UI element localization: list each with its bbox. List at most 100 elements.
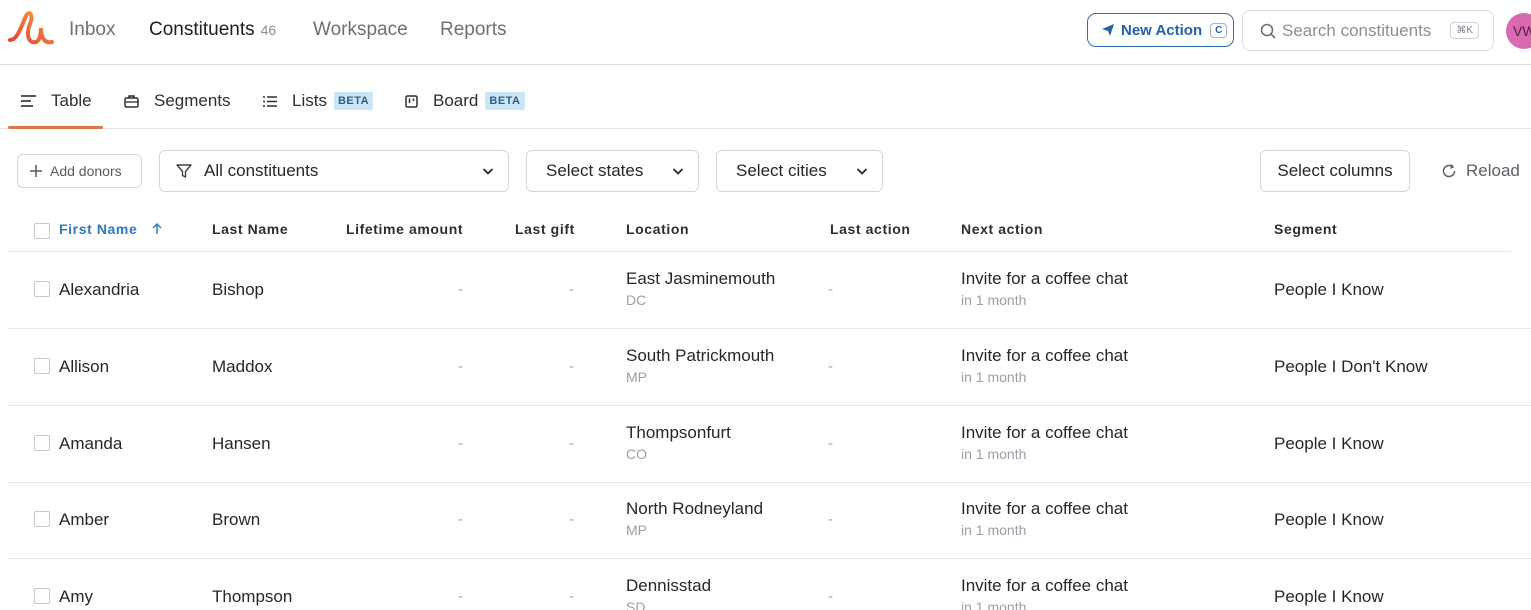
location-city: Dennisstad xyxy=(626,576,712,595)
row-checkbox[interactable] xyxy=(34,358,50,374)
nav-constituents[interactable]: Constituents 46 xyxy=(149,19,276,41)
app-logo-icon[interactable] xyxy=(8,10,54,48)
table-view-icon xyxy=(21,95,36,107)
beta-badge: BETA xyxy=(485,92,525,110)
last-gift-cell: - xyxy=(569,281,574,298)
beta-badge: BETA xyxy=(333,92,374,110)
column-header-segment[interactable]: Segment xyxy=(1274,221,1337,237)
segment-cell: People I Don't Know xyxy=(1274,357,1428,376)
column-header-last-gift[interactable]: Last gift xyxy=(515,221,575,237)
last-action-cell: - xyxy=(828,435,833,452)
sort-ascending-icon xyxy=(152,222,162,234)
new-action-button[interactable]: New Action C xyxy=(1087,13,1234,47)
column-header-last-action[interactable]: Last action xyxy=(830,221,911,237)
tab-segments-label: Segments xyxy=(154,91,231,110)
table-row[interactable]: Allison Maddox - - South Patrickmouth MP… xyxy=(8,329,1531,406)
location-state: CO xyxy=(626,446,647,462)
last-gift-cell: - xyxy=(569,358,574,375)
search-placeholder: Search constituents xyxy=(1282,20,1432,40)
table-row[interactable]: Alexandria Bishop - - East Jasminemouth … xyxy=(8,252,1531,329)
segment-cell: People I Know xyxy=(1274,280,1384,299)
cities-select[interactable]: Select cities xyxy=(716,150,883,192)
first-name-cell: Amanda xyxy=(59,434,123,453)
first-name-cell: Amber xyxy=(59,510,110,529)
column-header-lifetime-amount[interactable]: Lifetime amount xyxy=(346,221,463,237)
reload-icon xyxy=(1442,164,1456,178)
new-action-shortcut: C xyxy=(1210,22,1228,38)
filter-value: All constituents xyxy=(204,161,319,180)
avatar[interactable]: VW xyxy=(1506,13,1531,49)
nav-workspace[interactable]: Workspace xyxy=(313,19,408,41)
constituent-filter-select[interactable]: All constituents xyxy=(159,150,509,192)
select-columns-button[interactable]: Select columns xyxy=(1260,150,1410,192)
column-header-first-name-label: First Name xyxy=(59,221,138,237)
tab-board-label: Board xyxy=(433,91,479,110)
reload-button[interactable]: Reload xyxy=(1441,161,1520,181)
search-input[interactable]: Search constituents ⌘K xyxy=(1242,10,1494,51)
location-state: MP xyxy=(626,369,647,385)
tab-lists-label: Lists xyxy=(292,91,327,110)
segment-cell: People I Know xyxy=(1274,587,1384,606)
last-gift-cell: - xyxy=(569,588,574,605)
last-action-cell: - xyxy=(828,358,833,375)
location-state: DC xyxy=(626,292,647,308)
row-checkbox[interactable] xyxy=(34,281,50,297)
board-icon xyxy=(405,94,418,108)
next-action-due: in 1 month xyxy=(961,292,1027,308)
lifetime-amount-cell: - xyxy=(458,435,463,452)
column-header-next-action[interactable]: Next action xyxy=(961,221,1043,237)
column-header-location[interactable]: Location xyxy=(626,221,689,237)
last-name-cell: Maddox xyxy=(212,357,273,376)
next-action-due: in 1 month xyxy=(961,599,1027,610)
tab-table[interactable]: Table xyxy=(21,91,92,111)
first-name-cell: Amy xyxy=(59,587,93,606)
new-action-label: New Action xyxy=(1121,21,1203,39)
search-icon xyxy=(1260,23,1276,39)
chevron-down-icon xyxy=(482,168,494,175)
first-name-cell: Allison xyxy=(59,357,110,376)
tab-table-label: Table xyxy=(51,91,92,110)
filter-icon xyxy=(176,164,192,178)
states-select[interactable]: Select states xyxy=(526,150,699,192)
next-action-title: Invite for a coffee chat xyxy=(961,576,1128,595)
next-action-title: Invite for a coffee chat xyxy=(961,423,1128,442)
last-name-cell: Bishop xyxy=(212,280,264,299)
tab-board[interactable]: Board BETA xyxy=(405,91,525,111)
add-donors-button[interactable]: Add donors xyxy=(17,154,142,188)
briefcase-icon xyxy=(124,94,139,108)
active-tab-indicator xyxy=(8,126,103,129)
table-row[interactable]: Amber Brown - - North Rodneyland MP - In… xyxy=(8,482,1531,559)
location-city: South Patrickmouth xyxy=(626,346,775,365)
last-name-cell: Thompson xyxy=(212,587,293,606)
plus-icon xyxy=(30,165,42,177)
row-checkbox[interactable] xyxy=(34,435,50,451)
nav-inbox[interactable]: Inbox xyxy=(69,19,115,41)
segment-cell: People I Know xyxy=(1274,510,1384,529)
next-action-title: Invite for a coffee chat xyxy=(961,346,1128,365)
table-header: First Name Last Name Lifetime amount Las… xyxy=(8,210,1511,252)
table-row[interactable]: Amy Thompson - - Dennisstad SD - Invite … xyxy=(8,558,1531,610)
location-city: Thompsonfurt xyxy=(626,423,731,442)
table-row[interactable]: Amanda Hansen - - Thompsonfurt CO - Invi… xyxy=(8,406,1531,483)
column-header-last-name[interactable]: Last Name xyxy=(212,221,288,237)
list-icon xyxy=(263,95,277,107)
select-all-checkbox[interactable] xyxy=(34,223,50,239)
row-checkbox[interactable] xyxy=(34,511,50,527)
last-action-cell: - xyxy=(828,281,833,298)
last-action-cell: - xyxy=(828,588,833,605)
cities-placeholder: Select cities xyxy=(736,161,827,180)
column-header-first-name[interactable]: First Name xyxy=(59,221,162,237)
location-state: SD xyxy=(626,599,646,610)
last-name-cell: Hansen xyxy=(212,434,271,453)
states-placeholder: Select states xyxy=(546,161,644,180)
tab-lists[interactable]: Lists BETA xyxy=(263,91,374,111)
tab-segments[interactable]: Segments xyxy=(124,91,231,111)
last-action-cell: - xyxy=(828,511,833,528)
location-city: East Jasminemouth xyxy=(626,269,776,288)
location-city: North Rodneyland xyxy=(626,499,764,518)
row-checkbox[interactable] xyxy=(34,588,50,604)
top-navigation: Inbox Constituents 46 Workspace Reports N… xyxy=(0,0,1531,65)
last-gift-cell: - xyxy=(569,435,574,452)
nav-reports[interactable]: Reports xyxy=(440,19,507,41)
chevron-down-icon xyxy=(856,168,868,175)
